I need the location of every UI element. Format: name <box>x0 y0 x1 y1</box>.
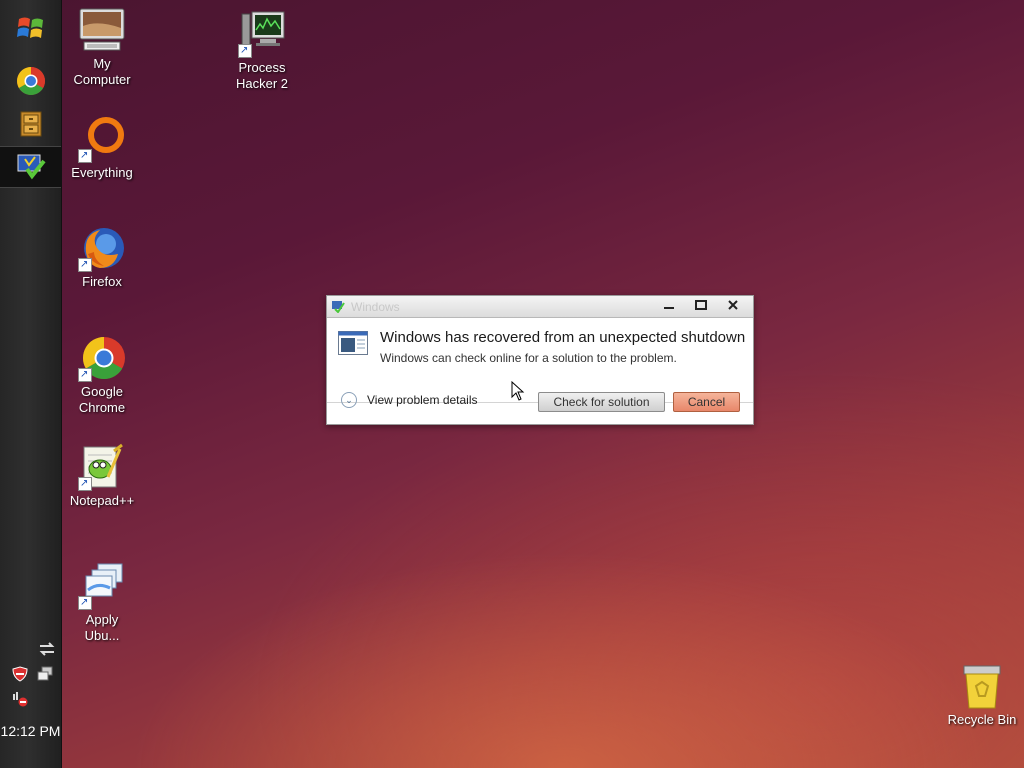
icon-label: Apply <box>85 612 119 627</box>
shortcut-arrow-icon <box>78 476 92 492</box>
view-problem-details-label: View problem details <box>367 393 478 407</box>
windows-task-taskbar-button[interactable] <box>0 146 61 188</box>
shortcut-arrow-icon <box>78 148 92 164</box>
windows-logo-icon <box>16 17 43 38</box>
google-chrome-icon[interactable]: Google Chrome <box>57 334 147 416</box>
chrome-taskbar-button[interactable] <box>0 61 61 101</box>
start-button[interactable] <box>0 8 61 48</box>
process-hacker-icon[interactable]: Process Hacker 2 <box>217 10 307 92</box>
chevron-down-icon: ⌄ <box>341 392 357 408</box>
icon-label: Firefox <box>82 274 122 289</box>
dialog-titlebar[interactable]: Windows <box>327 296 753 318</box>
close-icon <box>728 300 738 310</box>
dialog-message: Windows can check online for a solution … <box>380 351 677 365</box>
network-arrows-icon[interactable] <box>38 640 56 663</box>
clock[interactable]: 12:12 PM <box>0 723 61 739</box>
apply-ubuntu-icon[interactable]: Apply Ubu... <box>57 562 147 644</box>
icon-label: Everything <box>71 165 133 180</box>
mouse-cursor-icon <box>511 380 525 406</box>
stacked-windows-icon <box>78 562 126 611</box>
close-button[interactable] <box>725 300 741 313</box>
chrome-icon <box>16 67 45 95</box>
network-blocked-icon[interactable] <box>11 690 29 713</box>
antivirus-shield-icon[interactable] <box>11 665 29 688</box>
firefox-logo-icon <box>78 224 126 273</box>
recycle-bin-icon[interactable]: Recycle Bin <box>937 662 1024 728</box>
taskbar: 12:12 PM <box>0 0 62 768</box>
icon-label: My <box>93 56 111 71</box>
icon-label: Notepad++ <box>69 493 135 508</box>
cancel-button[interactable]: Cancel <box>673 392 740 412</box>
icon-label: Ubu... <box>84 628 120 643</box>
icon-label: Process <box>238 60 286 75</box>
orange-ring-icon <box>78 115 126 164</box>
maximize-button[interactable] <box>693 300 709 313</box>
dialog-footer: ⌄ View problem details Check for solutio… <box>327 380 753 424</box>
file-cabinet-taskbar-button[interactable] <box>0 104 61 144</box>
my-computer-icon[interactable]: My Computer <box>57 6 147 88</box>
icon-label: Recycle Bin <box>947 712 1017 727</box>
shortcut-arrow-icon <box>78 257 92 273</box>
notepad-chameleon-icon <box>78 443 126 492</box>
shortcut-arrow-icon <box>78 595 92 611</box>
trash-bin-icon <box>958 662 1006 710</box>
chrome-logo-icon <box>78 334 126 383</box>
cabinet-icon <box>20 111 41 137</box>
icon-label: Hacker 2 <box>235 76 289 91</box>
check-for-solution-button[interactable]: Check for solution <box>538 392 665 412</box>
view-problem-details-button[interactable]: ⌄ View problem details <box>341 392 478 408</box>
monitor-check-icon <box>17 154 46 180</box>
everything-icon[interactable]: Everything <box>57 115 147 181</box>
firefox-icon[interactable]: Firefox <box>57 224 147 290</box>
shortcut-arrow-icon <box>238 43 252 59</box>
dialog-title: Windows <box>351 300 400 314</box>
minimize-button[interactable] <box>661 300 677 313</box>
recovery-dialog: Windows Windows has recovered from an un… <box>326 295 754 425</box>
windows-stack-icon[interactable] <box>36 665 54 688</box>
notepad-plus-plus-icon[interactable]: Notepad++ <box>57 443 147 509</box>
app-icon <box>331 299 345 314</box>
shortcut-arrow-icon <box>78 367 92 383</box>
window-document-icon <box>338 331 368 355</box>
dialog-heading: Windows has recovered from an unexpected… <box>380 329 746 346</box>
process-monitor-icon <box>238 10 286 59</box>
icon-label: Google <box>81 384 123 399</box>
computer-icon <box>78 6 126 54</box>
icon-label: Chrome <box>78 400 126 415</box>
icon-label: Computer <box>73 72 131 87</box>
